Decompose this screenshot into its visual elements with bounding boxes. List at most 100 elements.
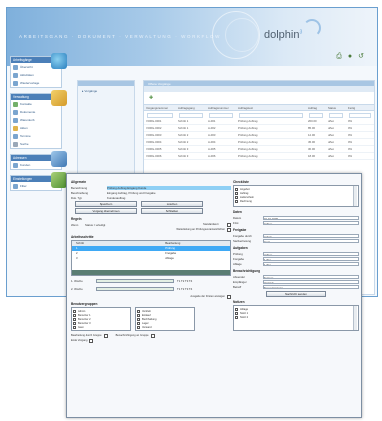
list-checkbox[interactable] [137, 317, 140, 321]
list-checkbox[interactable] [73, 313, 76, 317]
task-duration[interactable]: 1 Tag [263, 261, 359, 266]
notes-box[interactable]: Ablage Notiz 1 Notiz 2 [233, 305, 359, 331]
task-duration[interactable]: 2 Tage [263, 251, 359, 256]
deadline-input[interactable]: 7 Tage [263, 220, 359, 225]
cell: 0% [348, 133, 353, 137]
task-duration[interactable]: 1 Tag [263, 256, 359, 261]
send-message-button[interactable]: Nachricht senden [266, 291, 326, 297]
checklist-box[interactable]: Angebot Auftrag Lieferschein Rechnung [233, 185, 359, 207]
scrollbar[interactable] [353, 306, 357, 330]
table-row[interactable]: VORG-0002 Schritt 1 A-002 Prüfung Auftrag 85… [144, 125, 374, 132]
deadline-checkbox[interactable] [227, 294, 231, 299]
dialog-right-column: Checkliste Angebot Auftrag Lieferschein Rec… [233, 177, 359, 331]
section-tasks-title: Aufgaben [233, 246, 248, 250]
week1-slider[interactable] [96, 279, 174, 283]
table-row[interactable]: 3 Ablage [72, 256, 230, 261]
sidebar-item-appointments[interactable]: Termine [11, 132, 61, 140]
list-checkbox[interactable] [73, 317, 76, 321]
list-checkbox[interactable] [235, 199, 238, 203]
list-checkbox[interactable] [235, 311, 238, 315]
list-checkbox[interactable] [137, 309, 140, 313]
filter-icon [13, 183, 18, 189]
list-checkbox[interactable] [235, 195, 238, 199]
column-header[interactable]: Auftrag [306, 105, 326, 110]
column-header[interactable]: Auftragsnummer [206, 105, 236, 110]
column-header[interactable]: Status [326, 105, 346, 110]
user-icon[interactable]: ● [346, 53, 354, 61]
group-list[interactable]: Vertrieb Einkauf Buchhaltung Lager Versand [135, 307, 195, 331]
sidebar-item-files[interactable]: Akten [11, 124, 61, 132]
field-label: Bezeichnung [71, 185, 88, 190]
group-notify-checkbox[interactable] [150, 333, 155, 338]
field-label: Empfänger [233, 279, 247, 284]
deputy-select[interactable]: Gast [263, 238, 359, 243]
column-header[interactable]: Auftragstext [236, 105, 306, 110]
take-over-button[interactable]: Vorgang übernehmen [75, 208, 137, 214]
bottom-label: Benachrichtigung an Gruppe [115, 334, 149, 337]
table-row[interactable]: VORG-0001 Schritt 1 A-001 Prüfung Auftrag 20… [144, 118, 374, 125]
list-checkbox[interactable] [137, 321, 140, 325]
week2-slider[interactable] [96, 287, 174, 291]
list-checkbox[interactable] [137, 325, 140, 329]
list-checkbox[interactable] [235, 191, 238, 195]
column-header[interactable]: Auftragsgang [176, 105, 206, 110]
list-checkbox[interactable] [235, 315, 238, 319]
table-row[interactable]: VORG-0005 Schritt 3 A-005 Prüfung Auftrag 30… [144, 146, 374, 153]
list-checkbox[interactable] [137, 313, 140, 317]
cell: Prüfung Auftrag [238, 126, 258, 130]
list-checkbox[interactable] [235, 187, 238, 191]
grid-filter-row [144, 111, 374, 118]
refresh-icon[interactable]: ↺ [357, 53, 365, 61]
rule-condition[interactable]: Status = erledigt [85, 223, 203, 227]
table-row[interactable]: VORG-0006 Schritt 3 A-006 Prüfung Auftrag 18… [144, 153, 374, 160]
save-button[interactable]: Speichern [75, 201, 137, 207]
rule-note-checkbox[interactable] [227, 227, 231, 232]
column-header[interactable]: Vorgangsnummer [144, 105, 176, 110]
release-by-select[interactable]: Admin [263, 233, 359, 238]
user-list[interactable]: Admin Benutzer 1 Benutzer 2 Benutzer 3 Gast [71, 307, 131, 331]
list-item[interactable]: Notiz 2 [235, 315, 357, 319]
sidebar-item-label: Filter [20, 184, 27, 188]
list-item[interactable]: Versand [137, 325, 193, 329]
customer-icon [13, 162, 18, 168]
recipient-input[interactable]: Vertrieb [263, 279, 359, 284]
print-icon[interactable]: ⎙ [335, 53, 343, 61]
group-edit-checkbox[interactable] [103, 333, 108, 338]
tree-item-processes[interactable]: ▸ Vorgänge [78, 86, 134, 96]
field-label: Prüfung [233, 251, 243, 256]
description-input[interactable]: Eingang Auftrag, Prüfung und Freigabe [107, 191, 231, 195]
sidebar-item-search[interactable]: Suche [11, 140, 61, 148]
scrollbar[interactable] [353, 186, 357, 206]
add-icon[interactable]: ✚ [149, 95, 153, 101]
list-checkbox[interactable] [73, 325, 76, 329]
field-label: Dok. Typ [71, 195, 82, 200]
sidebar-item-resubmission[interactable]: Wiedervorlage [11, 79, 61, 87]
cell: offen [328, 119, 335, 123]
list-checkbox[interactable] [235, 307, 238, 311]
table-row[interactable]: VORG-0003 Schritt 2 A-003 Prüfung Auftrag 12… [144, 132, 374, 139]
list-item[interactable]: Rechnung [235, 199, 357, 203]
rule-default-checkbox[interactable] [227, 222, 231, 227]
sidebar-item-label: Aktivitäten [20, 73, 34, 77]
delete-button[interactable]: Löschen [141, 201, 203, 207]
cell: VORG-0002 [146, 126, 162, 130]
sidebar-item-documents[interactable]: Dokumente [11, 108, 61, 116]
date-input[interactable]: 01.01.2009 [263, 215, 359, 220]
search-icon [13, 141, 18, 147]
sidebar-item-cart[interactable]: Warenkorb [11, 116, 61, 124]
sender-input[interactable]: System [263, 274, 359, 279]
subject-input[interactable]: Neuer Vorgang [263, 284, 359, 289]
end-process-checkbox[interactable] [89, 338, 94, 343]
doctype-select[interactable]: Kundenauftrag [107, 196, 231, 200]
list-checkbox[interactable] [73, 321, 76, 325]
list-item[interactable]: Gast [73, 325, 129, 329]
list-checkbox[interactable] [73, 309, 76, 313]
table-row[interactable]: VORG-0004 Schritt 2 A-004 Prüfung Auftrag 45… [144, 139, 374, 146]
name-input[interactable]: Prüfung Auftrag Eingang Kunde [107, 185, 231, 190]
column-header[interactable]: Fertig [346, 105, 374, 110]
section-general-title: Allgemein [71, 180, 87, 184]
sidebar-item-activities[interactable]: Aktivitäten [11, 71, 61, 79]
week2-row: 2. Woche T1 T2 T3 T4 [71, 286, 231, 292]
close-button[interactable]: Schließen [141, 208, 203, 214]
sidebar-panel-settings: Einstellungen Filter [10, 172, 67, 191]
